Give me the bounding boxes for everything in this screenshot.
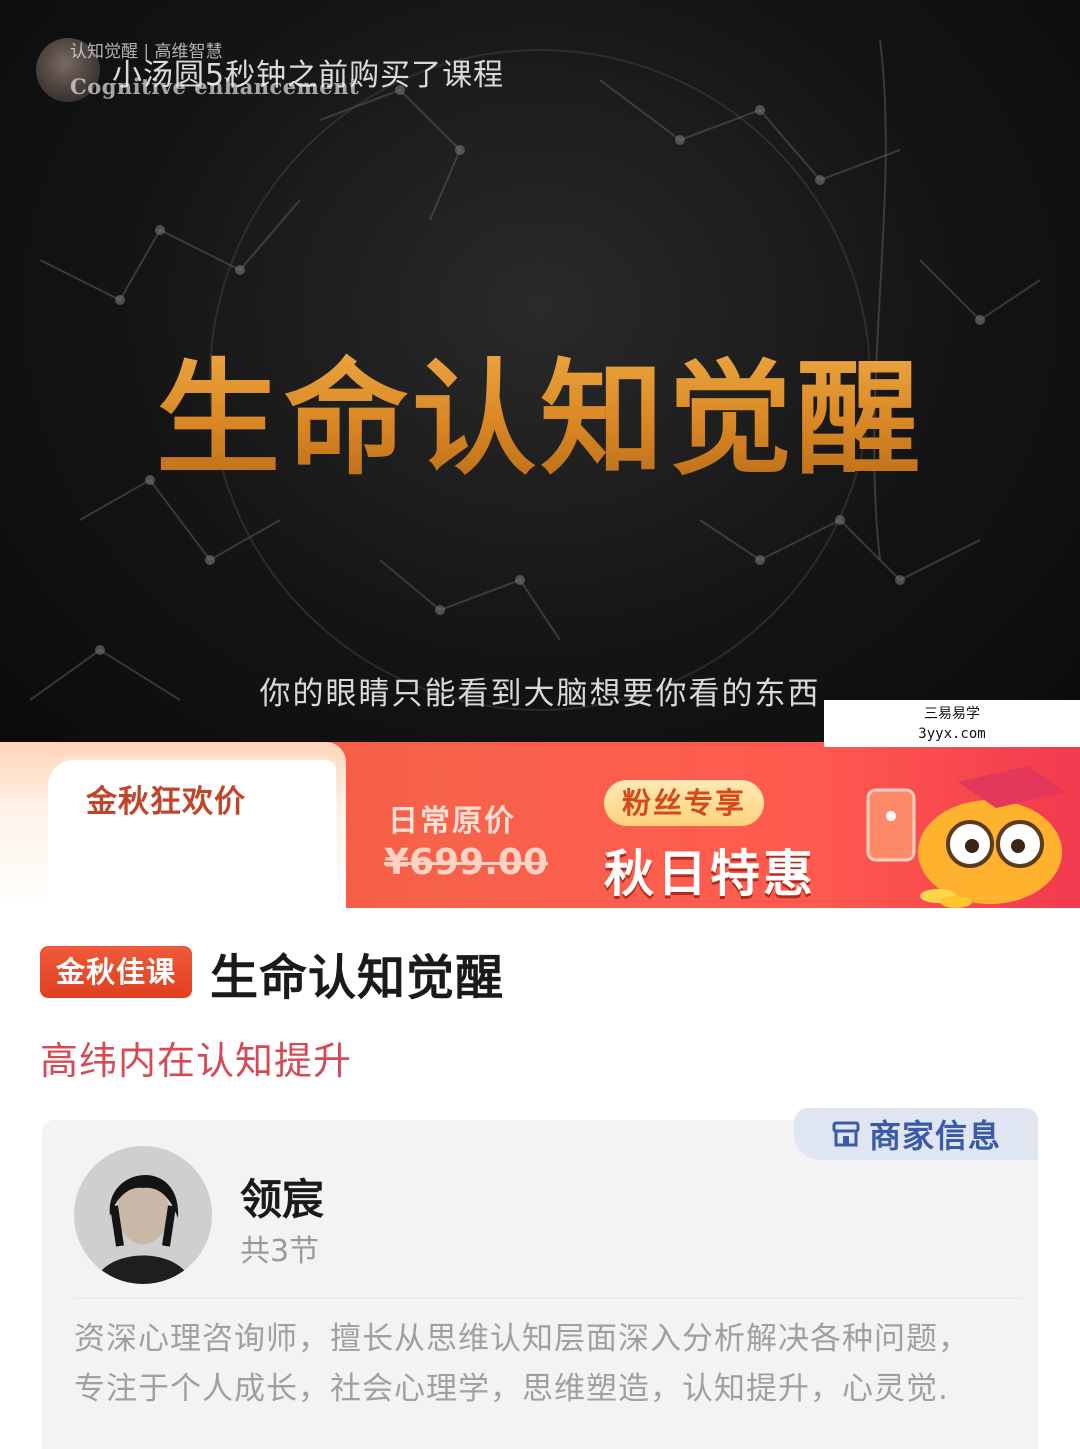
hero-banner: 认知觉醒 | 高维智慧 Cognitive enhancement 小汤圆5秒钟…	[0, 0, 1080, 765]
purchase-notice: 小汤圆5秒钟之前购买了课程	[112, 58, 505, 93]
shop-icon	[832, 1121, 860, 1147]
lesson-count: 共3节	[240, 1234, 320, 1269]
owl-mascot-icon	[918, 766, 1066, 904]
teacher-avatar[interactable]	[74, 1146, 212, 1284]
bio-line: 专注于个人成长，社会心理学，思维塑造，认知提升，心灵觉.	[74, 1371, 949, 1407]
watermark-name: 三易易学	[924, 706, 980, 722]
promo-price-panel	[0, 742, 346, 908]
bio-line: 资深心理咨询师，擅长从思维认知层面深入分析解决各种问题，	[74, 1321, 970, 1357]
teacher-portrait-icon	[74, 1146, 212, 1284]
merchant-info-label: 商家信息	[868, 1117, 1001, 1155]
phone-icon	[866, 788, 916, 862]
watermark-url: 3yyx.com	[918, 726, 986, 742]
site-watermark: 三易易学 3yyx.com	[824, 700, 1080, 747]
merchant-info-button[interactable]: 商家信息	[794, 1108, 1038, 1160]
course-title: 生命认知觉醒	[210, 950, 505, 1006]
original-price: ¥699.00	[384, 842, 548, 883]
original-price-label: 日常原价	[388, 804, 516, 839]
course-subtitle: 高纬内在认知提升	[40, 1039, 353, 1083]
mascot-illustration	[866, 766, 1066, 908]
teacher-name: 领宸	[240, 1175, 325, 1224]
course-tag-badge: 金秋佳课	[40, 946, 192, 998]
promo-sale-label: 金秋狂欢价	[86, 784, 246, 820]
hero-title: 生命认知觉醒	[0, 318, 1080, 498]
fans-exclusive-badge: 粉丝专享	[604, 780, 764, 826]
divider	[74, 1298, 1022, 1299]
promo-headline: 秋日特惠	[604, 845, 816, 903]
teacher-bio: 资深心理咨询师，擅长从思维认知层面深入分析解决各种问题， 专注于个人成长，社会心…	[74, 1314, 1014, 1414]
